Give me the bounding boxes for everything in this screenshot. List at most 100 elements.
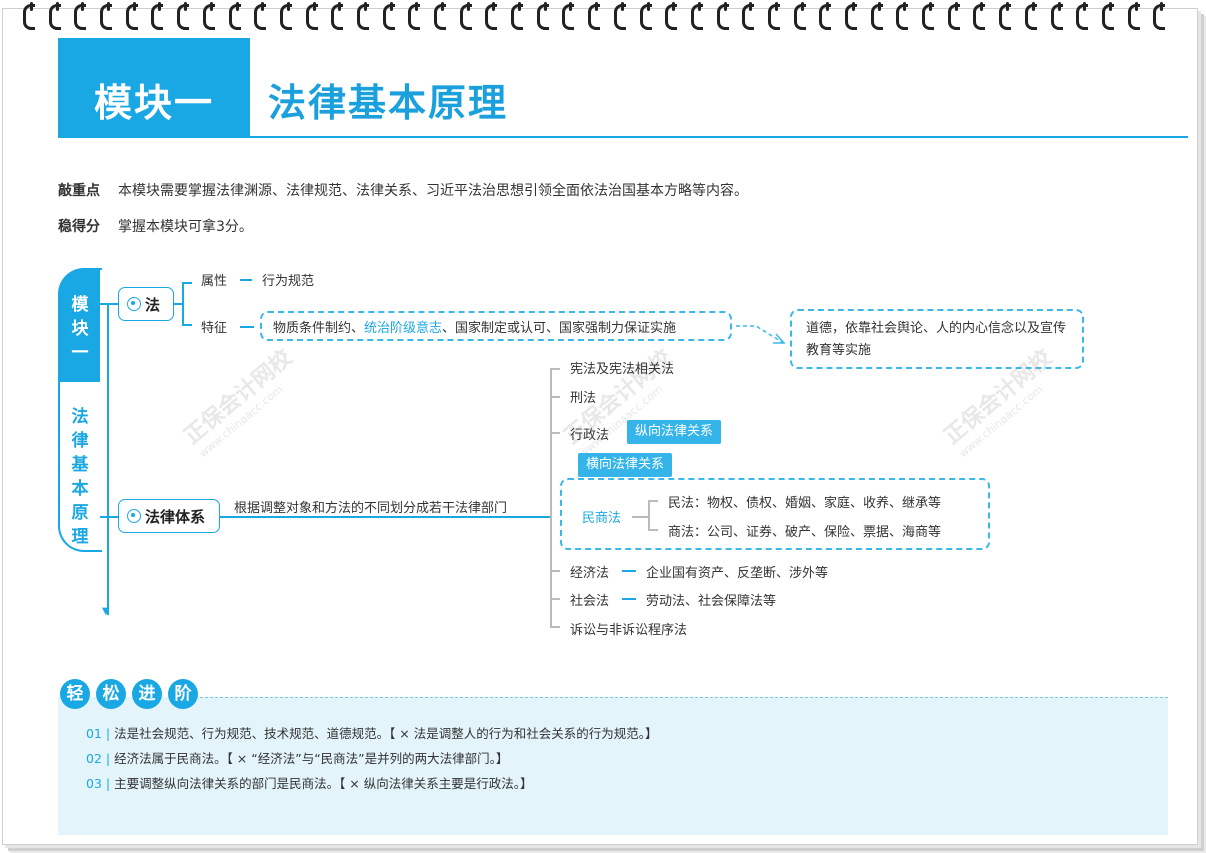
module-badge: 模块一 <box>58 38 250 138</box>
binding-ring <box>403 0 429 30</box>
dept-admin: 行政法 <box>570 428 610 443</box>
practice-item: 02 | 经济法属于民商法。【 × “经济法”与“民商法”是并列的两大法律部门。… <box>86 751 509 766</box>
binding-ring <box>737 0 763 30</box>
node-law: 法 <box>118 287 174 321</box>
binding-ring <box>18 0 44 30</box>
dept-social-value: 劳动法、社会保障法等 <box>646 594 777 609</box>
binding-ring <box>301 0 327 30</box>
binding-ring <box>172 0 198 30</box>
binding-ring <box>95 0 121 30</box>
trunk-arrow-icon: ▼ <box>102 606 110 617</box>
side-top-text: 模块一 <box>71 295 89 363</box>
dept-civil: 民法：物权、债权、婚姻、家庭、收养、继承等 <box>668 496 942 511</box>
binding-ring <box>1071 0 1097 30</box>
binding-ring <box>146 0 172 30</box>
dept-economic: 经济法 <box>570 566 610 581</box>
node-legal-system: 法律体系 <box>118 499 220 533</box>
dash-line <box>240 279 252 281</box>
branch-line <box>182 324 192 326</box>
binding-ring <box>249 0 275 30</box>
practice-divider <box>200 697 1168 698</box>
feature-text: 物质条件制约、统治阶级意志、国家制定或认可、国家强制力保证实施 <box>273 321 677 336</box>
arrow-icon <box>736 325 786 344</box>
binding-ring <box>352 0 378 30</box>
system-desc: 根据调整对象和方法的不同划分成若干法律部门 <box>234 501 508 516</box>
binding-ring <box>583 0 609 30</box>
branch-line <box>182 282 184 326</box>
node-system-label: 法律体系 <box>145 507 206 526</box>
practice-badge: 轻 <box>60 679 90 709</box>
dept-commercial: 商法：公司、证券、破产、保险、票据、海商等 <box>668 525 942 540</box>
binding-ring <box>635 0 661 30</box>
dept-civil-commercial: 民商法 <box>582 511 622 526</box>
binding-ring <box>1148 0 1174 30</box>
branch-line <box>220 516 550 518</box>
binding-ring <box>480 0 506 30</box>
binding-ring <box>506 0 532 30</box>
branch-line <box>100 516 118 518</box>
node-law-label: 法 <box>145 295 161 314</box>
binding-ring <box>968 0 994 30</box>
binding-ring <box>866 0 892 30</box>
binding-ring <box>532 0 558 30</box>
binding-ring <box>1020 0 1046 30</box>
attr-label: 属性 <box>201 274 228 289</box>
header-rule <box>250 136 1188 138</box>
score-text: 掌握本模块可拿3分。 <box>118 219 253 235</box>
binding-ring <box>609 0 635 30</box>
trunk-line <box>107 303 109 615</box>
dash-line <box>240 326 254 328</box>
module-label: 模块一 <box>94 81 215 125</box>
side-bottom-text: 法律基本原理 <box>71 407 89 547</box>
binding-ring <box>121 0 147 30</box>
spiral-binding <box>18 0 1198 30</box>
binding-ring <box>943 0 969 30</box>
binding-ring <box>275 0 301 30</box>
score-line: 稳得分 掌握本模块可拿3分。 <box>58 216 253 236</box>
binding-ring <box>429 0 455 30</box>
attr-value: 行为规范 <box>262 274 315 289</box>
key-label: 敲重点 <box>58 183 100 199</box>
binding-ring <box>917 0 943 30</box>
binding-ring <box>69 0 95 30</box>
binding-ring <box>660 0 686 30</box>
practice-heading: 轻 松 进 阶 <box>60 679 198 709</box>
binding-ring <box>814 0 840 30</box>
practice-badge: 进 <box>132 679 162 709</box>
branch-line <box>100 303 118 305</box>
dept-criminal: 刑法 <box>570 391 597 406</box>
binding-ring <box>1123 0 1149 30</box>
branch-line <box>174 303 182 305</box>
binding-ring <box>763 0 789 30</box>
vertical-relation-tag: 纵向法律关系 <box>627 420 722 444</box>
binding-ring <box>1046 0 1072 30</box>
binding-ring <box>326 0 352 30</box>
score-label: 稳得分 <box>58 219 100 235</box>
target-icon <box>127 297 141 311</box>
binding-ring <box>378 0 404 30</box>
horizontal-relation-tag: 横向法律关系 <box>578 453 673 477</box>
binding-ring <box>455 0 481 30</box>
binding-ring <box>686 0 712 30</box>
key-points: 敲重点 本模块需要掌握法律渊源、法律规范、法律关系、习近平法治思想引领全面依法治国… <box>58 180 748 200</box>
binding-ring <box>44 0 70 30</box>
binding-ring <box>1097 0 1123 30</box>
binding-ring <box>712 0 738 30</box>
binding-ring <box>224 0 250 30</box>
practice-badge: 松 <box>96 679 126 709</box>
dept-economic-value: 企业国有资产、反垄断、涉外等 <box>646 566 829 581</box>
dept-social: 社会法 <box>570 594 610 609</box>
bracket-line <box>550 368 552 626</box>
binding-ring <box>994 0 1020 30</box>
practice-item: 03 | 主要调整纵向法律关系的部门是民商法。【 × 纵向法律关系主要是行政法。… <box>86 776 533 791</box>
dept-procedure: 诉讼与非诉讼程序法 <box>570 623 688 638</box>
practice-badge: 阶 <box>168 679 198 709</box>
binding-ring <box>557 0 583 30</box>
target-icon <box>127 509 141 523</box>
binding-ring <box>789 0 815 30</box>
feature-label: 特征 <box>201 321 228 336</box>
page-title: 法律基本原理 <box>268 81 509 125</box>
branch-line <box>182 282 192 284</box>
dept-constitution: 宪法及宪法相关法 <box>570 362 675 377</box>
practice-item: 01 | 法是社会规范、行为规范、技术规范、道德规范。【 × 法是调整人的行为和… <box>86 726 658 741</box>
